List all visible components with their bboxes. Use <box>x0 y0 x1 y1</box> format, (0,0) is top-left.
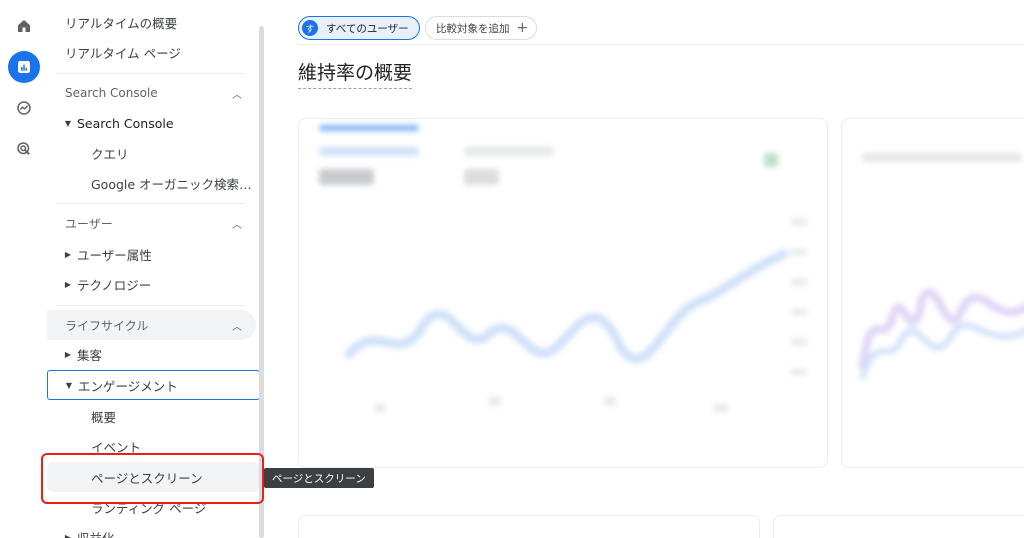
section-search-console[interactable]: Search Console ︿ <box>47 78 256 108</box>
advertising-icon[interactable] <box>8 133 40 165</box>
nav-engagement[interactable]: ▼ エンゲージメント <box>47 370 260 400</box>
nav-label: Google オーガニック検索レポート <box>91 176 259 192</box>
caret-right-icon: ▶ <box>64 349 72 359</box>
nav-realtime-pages[interactable]: リアルタイム ページ <box>47 37 259 67</box>
chip-label: すべてのユーザー <box>326 22 409 35</box>
nav-user-attributes[interactable]: ▶ ユーザー属性 <box>47 239 259 269</box>
nav-label: クエリ <box>91 146 129 162</box>
caret-right-icon: ▶ <box>64 532 72 538</box>
chevron-up-icon: ︿ <box>232 89 242 101</box>
section-user[interactable]: ユーザー ︿ <box>47 208 256 238</box>
home-icon[interactable] <box>8 10 40 42</box>
nav-realtime-overview[interactable]: リアルタイムの概要 <box>47 7 259 37</box>
nav-label: 集客 <box>77 347 103 363</box>
main-content: す すべてのユーザー 比較対象を追加 + 維持率の概要 <box>280 0 1024 538</box>
section-label: ユーザー <box>65 216 113 231</box>
chevron-up-icon: ︿ <box>232 219 242 231</box>
chevron-up-icon: ︿ <box>232 321 242 333</box>
nav-label: エンゲージメント <box>78 378 178 394</box>
nav-label: 収益化 <box>77 530 115 538</box>
divider <box>57 305 245 306</box>
section-lifecycle[interactable]: ライフサイクル ︿ <box>47 310 256 340</box>
lower-card-left <box>298 515 760 538</box>
section-label: ライフサイクル <box>65 318 149 333</box>
nav-monetization[interactable]: ▶ 収益化 <box>47 522 259 538</box>
all-users-chip[interactable]: す すべてのユーザー <box>298 16 420 40</box>
nav-engagement-overview[interactable]: 概要 <box>47 401 259 431</box>
nav-label: テクノロジー <box>77 277 152 293</box>
divider <box>57 203 245 204</box>
nav-google-organic-search[interactable]: Google オーガニック検索レポート <box>47 168 259 198</box>
page-title: 維持率の概要 <box>298 58 413 89</box>
chip-label: 比較対象を追加 <box>436 22 510 35</box>
blurred-chart <box>319 125 807 412</box>
nav-technology[interactable]: ▶ テクノロジー <box>47 269 259 299</box>
divider <box>298 44 1024 45</box>
nav-search-console-group[interactable]: ▼ Search Console <box>47 108 259 138</box>
lower-card-right <box>773 515 1024 538</box>
caret-down-icon: ▼ <box>64 118 72 128</box>
caret-down-icon: ▼ <box>65 380 73 390</box>
nav-queries[interactable]: クエリ <box>47 138 259 168</box>
nav-label: ユーザー属性 <box>77 247 152 263</box>
plus-icon: + <box>516 20 529 36</box>
highlight-annotation-box <box>41 453 264 504</box>
nav-label: リアルタイムの概要 <box>65 15 178 31</box>
divider <box>57 73 245 74</box>
explore-icon[interactable] <box>8 92 40 124</box>
nav-label: Search Console <box>77 115 174 131</box>
add-comparison-button[interactable]: 比較対象を追加 + <box>425 16 538 40</box>
caret-right-icon: ▶ <box>64 279 72 289</box>
caret-right-icon: ▶ <box>64 249 72 259</box>
retention-card <box>298 118 828 468</box>
avatar-badge: す <box>302 20 318 36</box>
nav-acquisition[interactable]: ▶ 集客 <box>47 339 259 369</box>
nav-label: リアルタイム ページ <box>65 45 181 61</box>
blurred-chart <box>858 153 1024 380</box>
reports-icon[interactable] <box>8 51 40 83</box>
section-label: Search Console <box>65 86 158 100</box>
left-icon-rail <box>0 0 47 538</box>
retention-cohort-card <box>841 118 1024 468</box>
nav-label: 概要 <box>91 409 117 425</box>
